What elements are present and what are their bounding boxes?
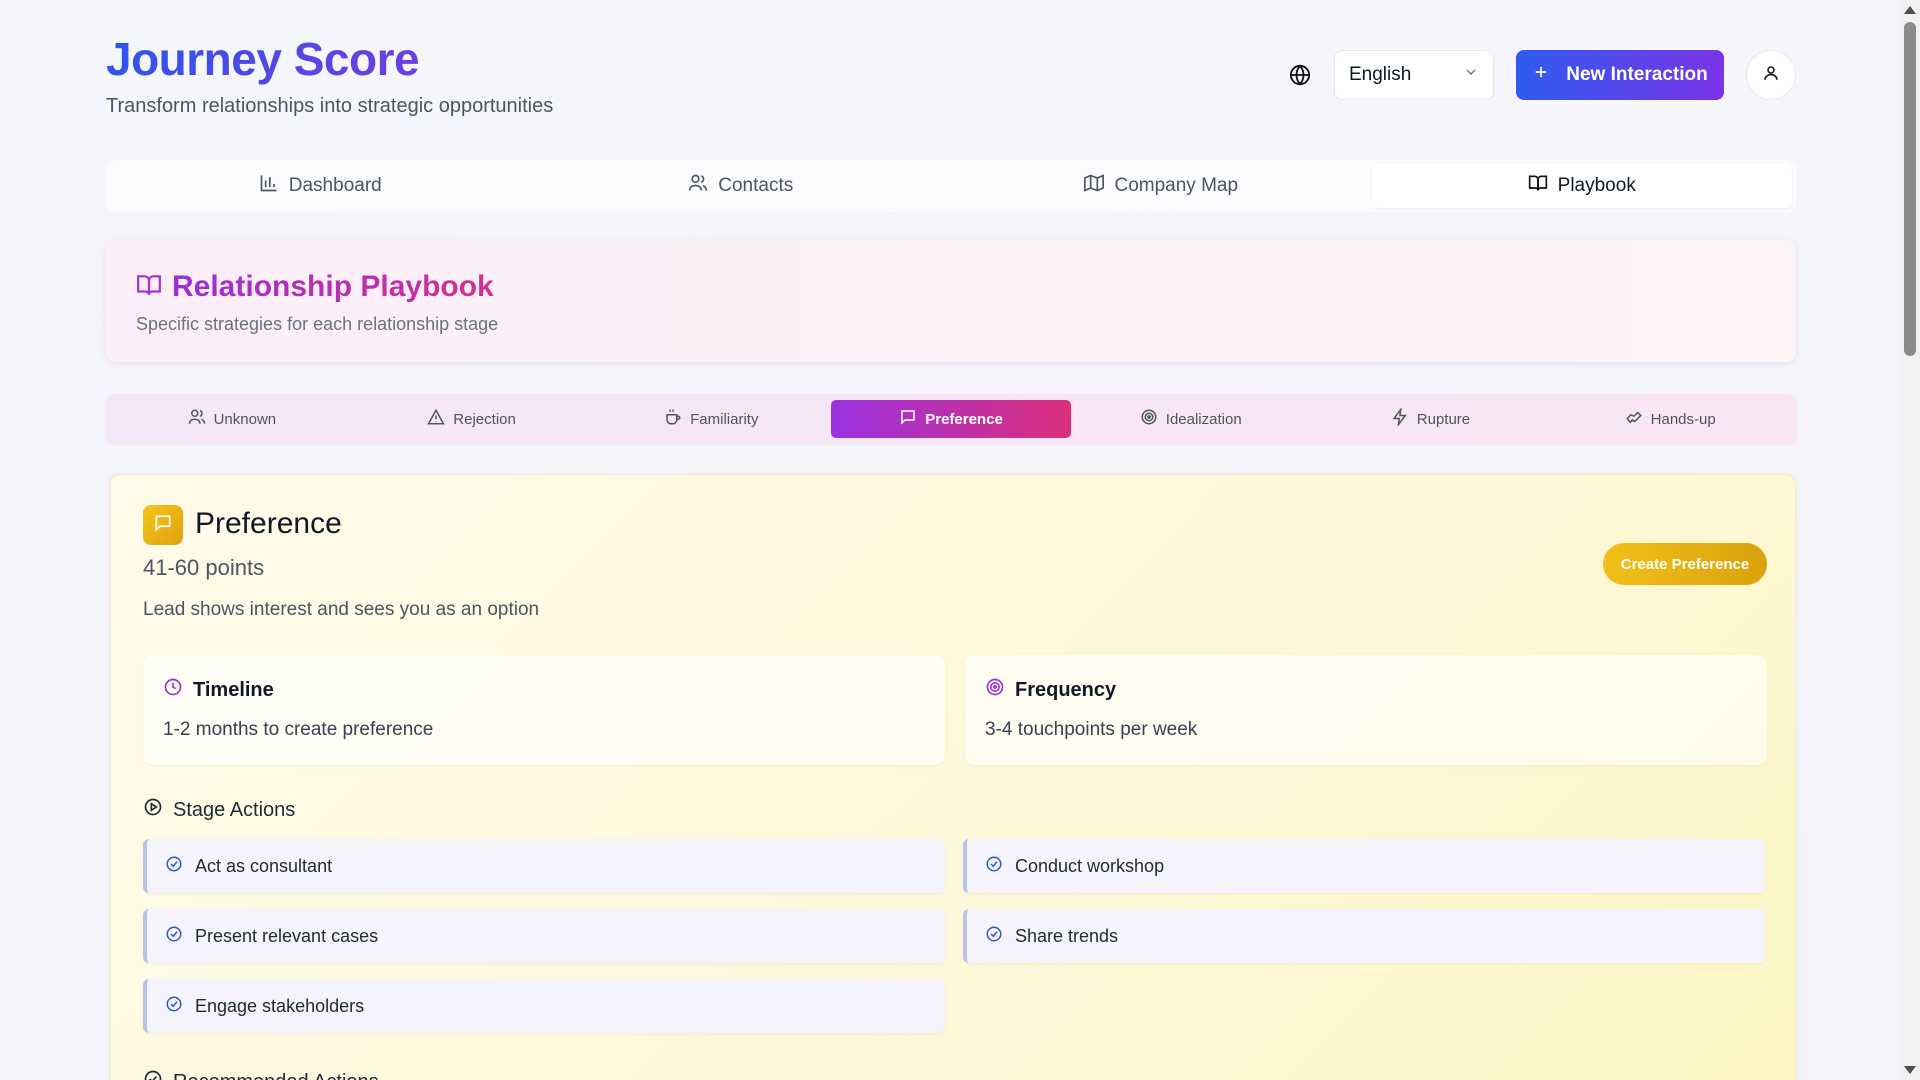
playbook-title-row: Relationship Playbook: [136, 270, 1766, 304]
stage-tab-rupture-label: Rupture: [1416, 410, 1471, 428]
stage-tab-hands-up-label: Hands-up: [1650, 410, 1716, 428]
target-icon: [985, 677, 1005, 703]
timeline-box: Timeline 1-2 months to create preference: [143, 655, 945, 765]
stage-tab-idealization-label: Idealization: [1165, 410, 1242, 428]
tab-contacts-label: Contacts: [718, 175, 794, 196]
stage-tab-unknown[interactable]: Unknown: [112, 400, 352, 438]
scroll-down-arrow-icon[interactable]: [1904, 1066, 1916, 1074]
action-label: Present relevant cases: [195, 925, 379, 946]
create-preference-button[interactable]: Create Preference: [1603, 543, 1767, 585]
scroll-thumb[interactable]: [1904, 22, 1916, 356]
stage-actions-title: Stage Actions: [143, 797, 295, 823]
scroll-up-arrow-icon[interactable]: [1904, 6, 1916, 14]
action-item: Share trends: [963, 909, 1765, 963]
stage-detail-card: Preference 41-60 points Lead shows inter…: [110, 474, 1796, 1080]
stage-tab-rejection[interactable]: Rejection: [352, 400, 592, 438]
playbook-header-card: Relationship Playbook Specific strategie…: [106, 240, 1796, 362]
tab-playbook-label: Playbook: [1557, 175, 1636, 196]
target-icon: [1140, 408, 1158, 430]
frequency-value: 3-4 touchpoints per week: [985, 719, 1198, 740]
stage-tab-rejection-label: Rejection: [453, 410, 516, 428]
language-select[interactable]: English: [1334, 50, 1494, 100]
playbook-subtitle: Specific strategies for each relationshi…: [136, 314, 499, 334]
user-profile-button[interactable]: [1746, 50, 1796, 100]
book-open-icon: [136, 272, 162, 303]
main-tabs: Dashboard Contacts Company Map Playbook: [106, 160, 1796, 212]
check-circle-icon: [165, 995, 183, 1018]
users-icon: [688, 173, 708, 199]
play-circle-icon: [143, 797, 163, 823]
stage-tab-hands-up[interactable]: Hands-up: [1550, 400, 1790, 438]
clock-icon: [163, 677, 183, 703]
language-value: English: [1349, 64, 1412, 85]
stage-tab-familiarity-label: Familiarity: [690, 410, 759, 428]
map-icon: [1084, 173, 1105, 199]
stage-description: Lead shows interest and sees you as an o…: [143, 599, 540, 620]
action-label: Conduct workshop: [1015, 855, 1165, 876]
recommended-actions-label: Recommended Actions: [173, 1071, 379, 1080]
action-label: Share trends: [1015, 925, 1119, 946]
handshake-icon: [1625, 408, 1643, 430]
stage-tab-unknown-label: Unknown: [213, 410, 277, 428]
action-label: Act as consultant: [195, 855, 333, 876]
tab-dashboard[interactable]: Dashboard: [110, 164, 531, 208]
action-item: Act as consultant: [143, 839, 945, 893]
coffee-icon: [664, 408, 682, 430]
zap-icon: [1391, 406, 1409, 430]
stage-badge: [143, 505, 183, 545]
book-open-icon: [1528, 173, 1548, 199]
frequency-box: Frequency 3-4 touchpoints per week: [965, 655, 1767, 765]
action-item: Present relevant cases: [143, 909, 945, 963]
stage-tab-rupture[interactable]: Rupture: [1311, 400, 1551, 438]
action-label: Engage stakeholders: [195, 995, 365, 1016]
recommended-actions-title: Recommended Actions: [143, 1069, 379, 1080]
app-subtitle: Transform relationships into strategic o…: [106, 95, 554, 117]
plus-icon: [1532, 63, 1550, 87]
message-square-icon: [153, 513, 173, 538]
stage-points: 41-60 points: [143, 555, 265, 580]
app-header: Journey Score Transform relationships in…: [106, 0, 1796, 150]
stage-name: Preference: [195, 507, 342, 540]
page: Journey Score Transform relationships in…: [106, 0, 1796, 1080]
check-circle-icon: [985, 855, 1003, 878]
user-icon: [1762, 64, 1780, 87]
globe-icon: [1288, 63, 1312, 87]
stage-tab-preference[interactable]: Preference: [831, 400, 1071, 438]
frequency-title-row: Frequency: [985, 677, 1747, 703]
check-circle-icon: [985, 925, 1003, 948]
timeline-title: Timeline: [193, 678, 274, 701]
new-interaction-label: New Interaction: [1566, 64, 1708, 85]
chevron-down-icon: [1463, 64, 1479, 86]
alert-triangle-icon: [427, 408, 446, 430]
action-item: Engage stakeholders: [143, 979, 945, 1033]
new-interaction-button[interactable]: New Interaction: [1516, 50, 1724, 100]
tab-dashboard-label: Dashboard: [288, 175, 382, 196]
app-title: Journey Score: [106, 33, 420, 85]
page-scrollbar[interactable]: [1900, 0, 1920, 1080]
header-actions: English New Interaction: [1288, 50, 1796, 100]
tab-playbook[interactable]: Playbook: [1371, 164, 1792, 208]
users-icon: [188, 408, 206, 430]
check-circle-icon: [165, 855, 183, 878]
check-circle-icon: [143, 1069, 163, 1080]
tab-company-map[interactable]: Company Map: [951, 164, 1372, 208]
check-circle-icon: [165, 925, 183, 948]
stage-actions-label: Stage Actions: [173, 798, 296, 821]
stage-tab-familiarity[interactable]: Familiarity: [591, 400, 831, 438]
bar-chart-icon: [259, 173, 279, 199]
timeline-value: 1-2 months to create preference: [163, 719, 434, 740]
tab-contacts[interactable]: Contacts: [531, 164, 952, 208]
stage-tab-idealization[interactable]: Idealization: [1071, 400, 1311, 438]
action-item: Conduct workshop: [963, 839, 1765, 893]
frequency-title: Frequency: [1015, 678, 1117, 701]
stage-tab-preference-label: Preference: [925, 410, 1003, 428]
tab-company-map-label: Company Map: [1114, 175, 1239, 196]
playbook-title: Relationship Playbook: [172, 270, 494, 303]
timeline-title-row: Timeline: [163, 677, 925, 703]
stage-tabs: Unknown Rejection Familiarity Preference…: [106, 394, 1796, 444]
message-square-icon: [899, 408, 917, 430]
